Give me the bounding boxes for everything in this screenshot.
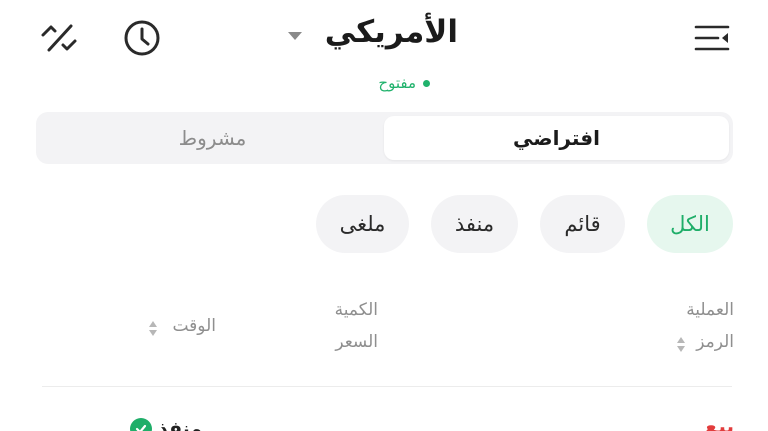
market-status-text: مفتوح [378, 74, 416, 92]
clock-icon[interactable] [120, 17, 164, 59]
status-dot-icon [423, 79, 430, 87]
sort-arrows-icon[interactable] [676, 336, 686, 354]
column-header-operation: العملية [686, 300, 734, 320]
column-header-time[interactable]: الوقت [150, 316, 216, 336]
market-status: مفتوح [340, 72, 430, 94]
column-header-quantity: الكمية [334, 300, 378, 320]
order-type-segment: افتراضي مشروط [36, 112, 733, 164]
table-divider [42, 386, 732, 387]
sort-arrows-icon[interactable] [148, 320, 158, 338]
filter-cancelled-chip[interactable]: ملغى [316, 195, 409, 253]
filter-all-chip[interactable]: الكل [647, 195, 733, 253]
market-dropdown-caret-icon[interactable] [288, 32, 302, 40]
tab-conditional[interactable]: مشروط [40, 116, 385, 160]
filter-active-chip[interactable]: قائم [540, 195, 625, 253]
check-circle-icon [130, 418, 152, 431]
tab-default[interactable]: افتراضي [384, 116, 729, 160]
column-header-price: السعر [335, 332, 378, 352]
row-status-text: منفذ [158, 418, 203, 431]
filter-executed-chip[interactable]: منفذ [431, 195, 518, 253]
row-operation: بيع [704, 414, 734, 431]
row-status: منفذ [130, 414, 202, 431]
menu-collapse-icon[interactable] [690, 18, 734, 58]
market-title[interactable]: الأمريكي [318, 14, 458, 58]
column-header-symbol[interactable]: الرمز [640, 332, 734, 352]
slash-switch-icon[interactable] [36, 16, 82, 60]
